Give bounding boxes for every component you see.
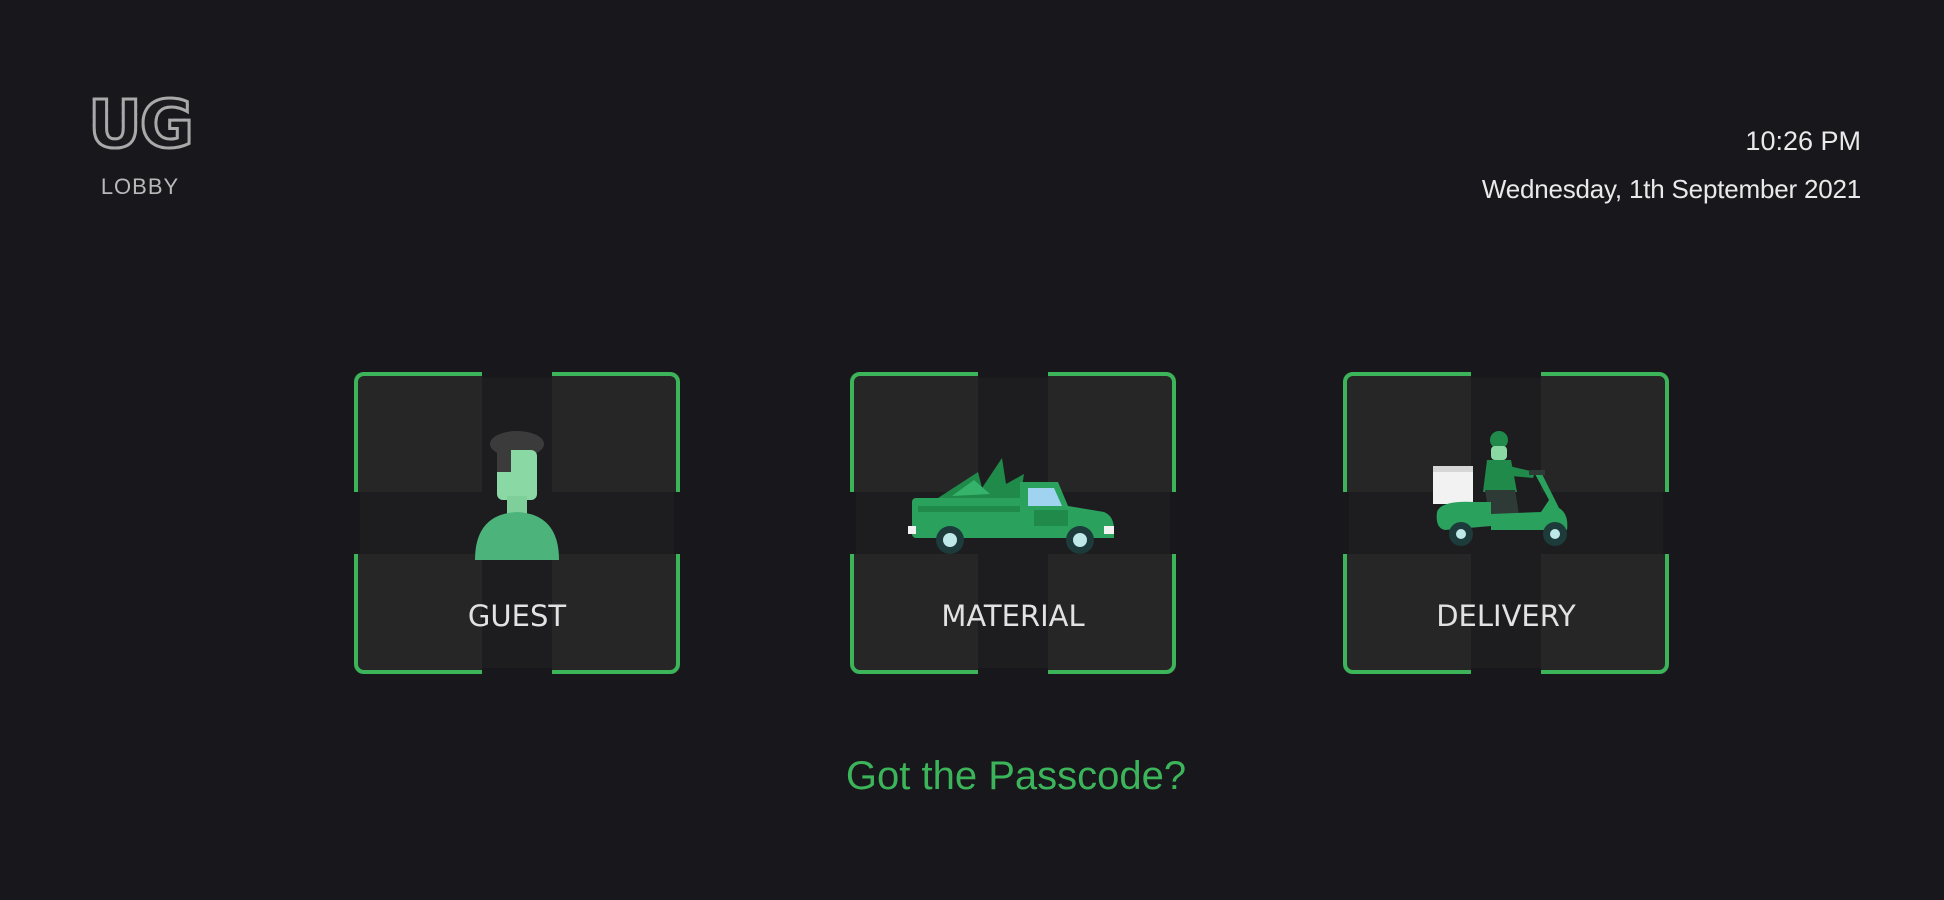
current-date: Wednesday, 1th September 2021 (1481, 174, 1861, 204)
person-icon (354, 430, 680, 560)
material-label: MATERIAL (941, 599, 1085, 633)
passcode-link[interactable]: Got the Passcode? (0, 754, 1944, 799)
delivery-button[interactable]: DELIVERY (1343, 372, 1669, 674)
app-logo: UG LOBBY (82, 90, 198, 200)
guest-label: GUEST (467, 599, 567, 633)
clock: 10:26 PM Wednesday, 1th September 2021 (1482, 124, 1861, 206)
material-button[interactable]: MATERIAL (850, 372, 1176, 674)
delivery-label: DELIVERY (1436, 599, 1576, 633)
scooter-icon (1343, 430, 1669, 560)
current-time: 10:26 PM (1745, 126, 1861, 156)
logo-mark: UG (82, 90, 198, 159)
guest-button[interactable]: GUEST (354, 372, 680, 674)
truck-icon (850, 430, 1176, 560)
logo-subtitle: LOBBY (100, 174, 180, 199)
